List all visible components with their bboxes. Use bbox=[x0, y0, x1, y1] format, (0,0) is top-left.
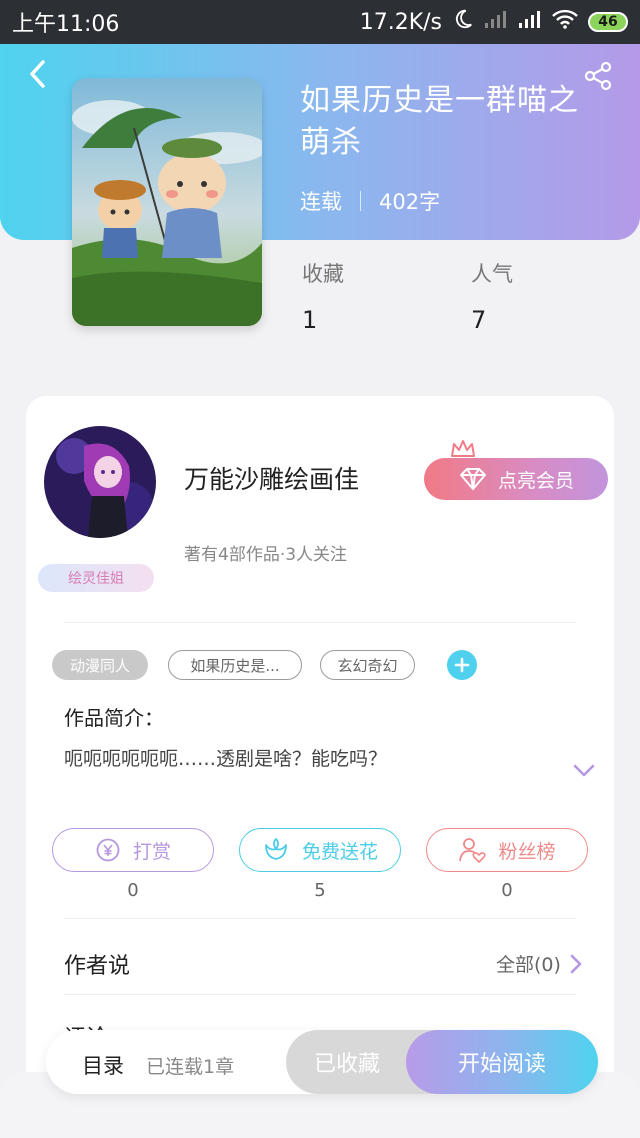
battery-icon: 46 bbox=[588, 12, 628, 32]
flower-label: 免费送花 bbox=[301, 840, 378, 863]
wifi-icon bbox=[552, 9, 578, 35]
stat-collect: 收藏 1 bbox=[302, 258, 344, 334]
avatar[interactable] bbox=[44, 426, 156, 538]
book-status: 连载 bbox=[300, 190, 342, 214]
book-title: 如果历史是一群喵之萌杀 bbox=[300, 83, 579, 160]
status-bar: 上午11:06 17.2K/s 46 bbox=[0, 0, 640, 44]
flower-button[interactable]: 免费送花 bbox=[239, 828, 401, 872]
fans-rank-button[interactable]: 粉丝榜 bbox=[426, 828, 588, 872]
author-says-all-label: 全部(0) bbox=[496, 954, 561, 976]
toc-button[interactable]: 目录 bbox=[82, 1050, 124, 1080]
avatar-illustration bbox=[44, 426, 156, 538]
intro-text: 呃呃呃呃呃呃……透剧是啥？能吃吗？ bbox=[64, 748, 388, 770]
user-heart-icon bbox=[459, 838, 487, 863]
expand-intro-button[interactable] bbox=[570, 756, 598, 784]
divider bbox=[64, 622, 576, 623]
author-badge: 绘灵佳姐 bbox=[38, 564, 154, 592]
moon-icon bbox=[452, 8, 474, 36]
book-word-count: 402字 bbox=[379, 190, 441, 214]
tag-fantasy[interactable]: 玄幻奇幻 bbox=[320, 650, 415, 680]
toc-info: 已连载1章 bbox=[146, 1056, 235, 1078]
start-reading-label: 开始阅读 bbox=[457, 1052, 546, 1077]
book-cover[interactable] bbox=[72, 78, 262, 326]
divider bbox=[64, 994, 576, 995]
reward-count: 0 bbox=[127, 880, 139, 901]
chevron-right-icon bbox=[570, 954, 582, 973]
stat-collect-label: 收藏 bbox=[302, 262, 344, 286]
flower-count: 5 bbox=[314, 880, 326, 901]
collected-label: 已收藏 bbox=[314, 1052, 381, 1077]
member-button[interactable]: 点亮会员 bbox=[424, 458, 608, 500]
stat-collect-value: 1 bbox=[302, 306, 318, 334]
author-info: 著有4部作品·3人关注 bbox=[184, 545, 348, 565]
network-speed: 17.2K/s bbox=[359, 9, 442, 35]
yen-icon bbox=[96, 838, 120, 862]
status-time: 上午11:06 bbox=[12, 12, 120, 37]
flower-icon bbox=[265, 838, 287, 860]
signal-icon bbox=[484, 9, 508, 35]
back-button[interactable] bbox=[20, 56, 56, 92]
fans-rank-label: 粉丝榜 bbox=[498, 840, 556, 863]
reward-label: 打赏 bbox=[132, 840, 171, 863]
chevron-down-icon bbox=[573, 764, 595, 777]
diamond-icon bbox=[459, 468, 486, 490]
status-right: 17.2K/s 46 bbox=[360, 8, 628, 36]
book-meta: 连载 402字 bbox=[300, 186, 440, 216]
add-tag-button[interactable] bbox=[447, 650, 477, 680]
tag-series[interactable]: 如果历史是... bbox=[168, 650, 302, 680]
divider bbox=[64, 918, 576, 919]
author-says-title: 作者说 bbox=[64, 954, 131, 979]
book-cover-illustration bbox=[72, 78, 262, 326]
signal-icon-2 bbox=[518, 9, 542, 35]
tag-anime[interactable]: 动漫同人 bbox=[52, 650, 148, 680]
author-name[interactable]: 万能沙雕绘画佳 bbox=[184, 460, 359, 496]
author-says-all-link[interactable]: 全部(0) bbox=[496, 950, 583, 977]
fans-rank-count: 0 bbox=[501, 880, 513, 901]
chevron-left-icon bbox=[30, 60, 45, 88]
stat-popularity-value: 7 bbox=[471, 306, 487, 334]
stat-popularity: 人气 7 bbox=[471, 258, 513, 334]
stat-popularity-label: 人气 bbox=[471, 262, 513, 286]
author-badge-label: 绘灵佳姐 bbox=[68, 571, 124, 587]
start-reading-button[interactable]: 开始阅读 bbox=[406, 1030, 598, 1094]
plus-icon bbox=[454, 657, 470, 673]
member-button-label: 点亮会员 bbox=[497, 469, 574, 492]
meta-divider bbox=[360, 191, 361, 211]
reward-button[interactable]: 打赏 bbox=[52, 828, 214, 872]
intro-title: 作品简介： bbox=[64, 706, 164, 730]
